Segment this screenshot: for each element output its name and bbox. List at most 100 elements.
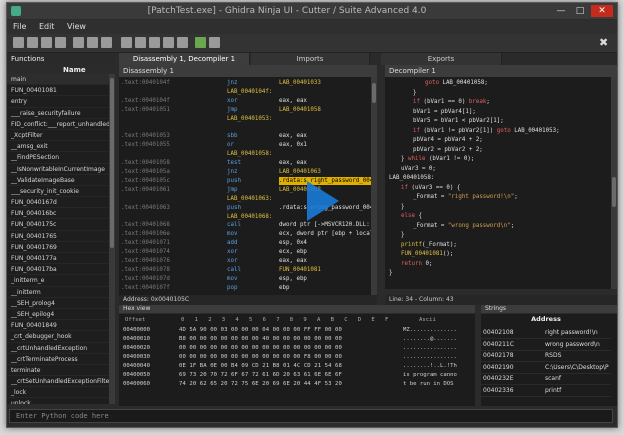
function-item[interactable]: __FindPESection (7, 152, 115, 164)
decompiler-scroll-thumb[interactable] (612, 177, 616, 207)
decompiler-line[interactable]: return 0; (401, 260, 432, 269)
functions-scrollbar[interactable] (109, 74, 115, 404)
layout-icon[interactable] (149, 37, 160, 48)
disassembly-scroll-thumb[interactable] (372, 83, 376, 103)
function-item[interactable]: terminate (7, 365, 115, 377)
string-row[interactable]: 0040211C wrong password\n (481, 339, 611, 351)
maximize-icon[interactable]: □ (571, 5, 589, 17)
function-item[interactable]: _XcptFilter (7, 130, 115, 142)
function-item[interactable]: __SEH_epilog4 (7, 309, 115, 321)
function-item[interactable]: FUN_00401765 (7, 231, 115, 242)
hex-ascii: ................ (403, 354, 457, 360)
plugin-icon[interactable] (195, 37, 206, 48)
save-icon[interactable] (101, 37, 112, 48)
settings-icon[interactable] (87, 37, 98, 48)
help-icon[interactable] (209, 37, 220, 48)
function-item[interactable]: ___security_init_cookie (7, 186, 115, 198)
hex-bytes: 74 20 62 65 20 72 75 6E 20 69 6E 20 44 4… (179, 381, 342, 387)
decompiler-line[interactable]: bVar5 = bVar1 < pbVar2[1]; (413, 117, 504, 126)
function-item[interactable]: __initterm (7, 287, 115, 298)
hex-view[interactable]: Offset 0 1 2 3 4 5 6 7 8 9 A B C D E F Ascii 00400000 4D 5A… (119, 314, 475, 406)
function-item[interactable]: FID_conflict:___report_unhandled_except (7, 119, 115, 130)
decompiler-line[interactable]: if (bVar1 != pbVar2[1]) goto LAB_0040105… (413, 127, 560, 136)
minimize-icon[interactable]: — (552, 5, 570, 17)
window-icon[interactable] (177, 37, 188, 48)
panel-icon[interactable] (163, 37, 174, 48)
decompiler-line[interactable]: } (389, 269, 393, 278)
string-row[interactable]: 00402178 RSDS (481, 350, 611, 362)
decompiler-view[interactable]: goto LAB_00401058;} if (bVar1 == 0) break… (385, 77, 611, 289)
decompiler-line[interactable]: bVar1 = pbVar4[1]; (413, 108, 476, 117)
decompiler-line[interactable]: FUN_00401081(); (401, 250, 453, 259)
function-item[interactable]: _crt_debugger_hook (7, 331, 115, 343)
function-item[interactable]: FUN_0040175c (7, 219, 115, 231)
code-token: } (401, 156, 408, 162)
decompiler-line[interactable]: _Format = "wrong password\n"; (413, 222, 514, 231)
function-item[interactable]: FUN_00401849 (7, 320, 115, 332)
function-item[interactable]: _lock (7, 387, 115, 399)
function-item[interactable]: unlock (7, 398, 115, 404)
undo-icon[interactable] (41, 37, 52, 48)
decompiler-line[interactable]: pbVar2 = pbVar2 + 2; (413, 146, 483, 155)
function-item[interactable]: __SEH_prolog4 (7, 298, 115, 309)
function-item[interactable]: _initterm_e (7, 275, 115, 287)
function-item[interactable]: FUN_0040177a (7, 253, 115, 265)
function-item[interactable]: __crtUnhandledException (7, 343, 115, 354)
function-item[interactable]: __ValidateImageBase (7, 175, 115, 186)
export-icon[interactable] (135, 37, 146, 48)
decompiler-line[interactable]: } (413, 89, 417, 98)
function-item[interactable]: entry (7, 96, 115, 108)
disassembly-scrollbar[interactable] (371, 77, 377, 295)
function-item[interactable]: FUN_004016bc (7, 208, 115, 220)
decompiler-line[interactable]: LAB_00401058: (389, 174, 434, 183)
refresh-icon[interactable] (73, 37, 84, 48)
function-item[interactable]: __IsNonwritableInCurrentImage (7, 164, 115, 175)
menu-file[interactable]: File (13, 22, 26, 31)
decompiler-line[interactable]: } (401, 203, 405, 212)
decompiler-line[interactable]: goto LAB_00401058; (425, 79, 488, 88)
decompiler-line[interactable]: _Format = "right password!\n"; (413, 193, 518, 202)
string-row[interactable]: 0040232E scanf (481, 373, 611, 385)
decompiler-line[interactable]: if (bVar1 == 0) break; (413, 98, 490, 107)
function-item[interactable]: FUN_0040167d (7, 197, 115, 209)
menu-view[interactable]: View (67, 22, 86, 31)
function-item[interactable]: __crtTerminateProcess (7, 354, 115, 365)
string-row[interactable]: 00402336 printf (481, 385, 611, 397)
python-command-input[interactable]: Enter Python code here (9, 409, 613, 423)
new-file-icon[interactable] (13, 37, 24, 48)
open-file-icon[interactable] (27, 37, 38, 48)
decompiler-line[interactable]: uVar3 = 0; (401, 165, 436, 174)
decompiler-scrollbar[interactable] (611, 77, 617, 289)
menu-edit[interactable]: Edit (39, 22, 55, 31)
decompiler-line[interactable]: pbVar4 = pbVar4 + 2; (413, 136, 483, 145)
decompiler-line[interactable]: } (401, 231, 405, 240)
close-icon[interactable]: ✕ (591, 5, 613, 17)
hex-bytes: 69 73 20 70 72 6F 67 72 61 6D 20 63 61 6… (179, 372, 342, 378)
function-item[interactable]: FUN_004017ba (7, 264, 115, 276)
function-item[interactable]: main (7, 74, 115, 86)
tab-exports[interactable]: Exports (381, 53, 502, 65)
close-panel-icon[interactable]: ✖ (599, 36, 608, 49)
function-item[interactable]: ___raise_securityfailure (7, 108, 115, 119)
strings-list[interactable]: Address 00402108 right password!\n 0040211… (481, 314, 617, 406)
function-item[interactable]: FUN_00401769 (7, 242, 115, 253)
function-item[interactable]: __amsg_exit (7, 141, 115, 153)
string-row[interactable]: 00402190 C:\Users\C\Desktop\P (481, 362, 611, 374)
string-row[interactable]: 00402108 right password!\n (481, 327, 611, 339)
code-token: LAB_00401053; (514, 127, 560, 134)
redo-icon[interactable] (55, 37, 66, 48)
copy-icon[interactable] (121, 37, 132, 48)
code-token: LAB_00401058: (389, 175, 435, 181)
tab-disassembly-decompiler[interactable]: Disassembly 1, Decompiler 1 (119, 53, 250, 65)
functions-scroll-thumb[interactable] (110, 78, 114, 248)
play-overlay-icon[interactable] (307, 181, 339, 221)
decompiler-line[interactable]: if (uVar3 == 0) { (401, 184, 460, 193)
function-item[interactable]: FUN_00401081 (7, 85, 115, 97)
code-token: return (401, 260, 426, 267)
decompiler-line[interactable]: printf(_Format); (401, 241, 457, 250)
tab-imports[interactable]: Imports (251, 53, 370, 65)
decompiler-line[interactable]: } while (bVar1 != 0); (401, 155, 474, 164)
decompiler-line[interactable]: else { (401, 212, 422, 221)
function-item[interactable]: __crtSetUnhandledExceptionFilter (7, 376, 115, 388)
strings-column-address[interactable]: Address (481, 314, 611, 325)
